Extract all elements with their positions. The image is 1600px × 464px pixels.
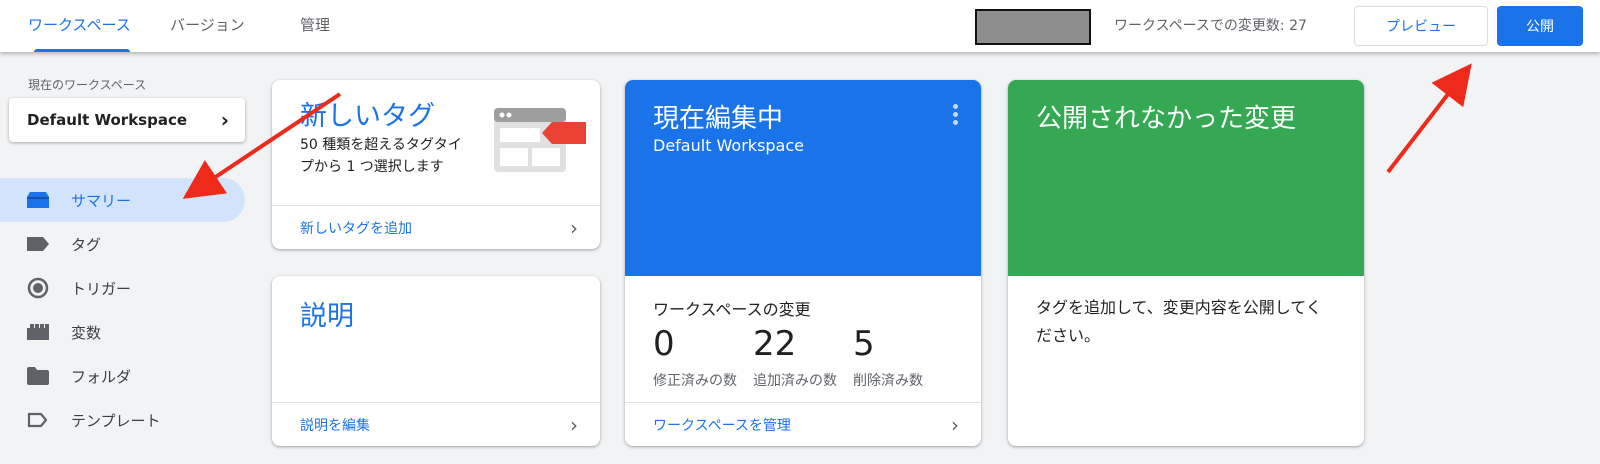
stat-modified: 0 修正済みの数: [653, 324, 737, 390]
sidebar-item-label: 変数: [71, 323, 102, 342]
stat-value: 0: [653, 324, 675, 364]
unpublished-changes-title: 公開されなかった変更: [1036, 104, 1297, 134]
tab-versions[interactable]: バージョン: [170, 0, 245, 52]
workspace-caption: 現在のワークスペース: [28, 78, 147, 92]
more-vert-icon[interactable]: [953, 104, 959, 128]
template-icon: [27, 409, 49, 431]
top-bar: ワークスペース バージョン 管理 ワークスペースでの変更数: 27 プレビュー …: [0, 0, 1600, 52]
sidebar-item-templates[interactable]: テンプレート: [0, 398, 245, 442]
summary-icon: [27, 189, 49, 211]
edit-description-label: 説明を編集: [300, 417, 370, 434]
manage-workspaces-label: ワークスペースを管理: [653, 417, 791, 434]
manage-workspaces-link[interactable]: ワークスペースを管理 ›: [625, 402, 981, 446]
current-workspace-name: Default Workspace: [653, 136, 804, 155]
publish-button[interactable]: 公開: [1497, 6, 1583, 46]
sidebar-item-label: トリガー: [71, 279, 132, 298]
add-new-tag-link[interactable]: 新しいタグを追加 ›: [272, 205, 600, 249]
annotation-arrow-publish: [1386, 63, 1472, 174]
sidebar-item-label: テンプレート: [71, 411, 161, 430]
new-tag-card[interactable]: 新しいタグ 50 種類を超えるタグタイプから 1 つ選択します 新しいタグを追加…: [272, 80, 600, 249]
stat-label: 削除済み数: [853, 373, 923, 389]
stat-value: 5: [853, 324, 875, 364]
sidebar-item-label: タグ: [71, 235, 102, 254]
tab-versions-label: バージョン: [170, 16, 245, 34]
stat-deleted: 5 削除済み数: [853, 324, 923, 390]
description-title: 説明: [300, 301, 354, 332]
redacted-account-box: [975, 9, 1091, 45]
sidebar-item-folders[interactable]: フォルダ: [0, 354, 245, 398]
current-workspace-header: 現在編集中 Default Workspace: [625, 80, 981, 276]
tag-illustration-icon: [494, 108, 586, 178]
chevron-right-icon: ›: [570, 412, 578, 437]
unpublished-changes-header: 公開されなかった変更: [1008, 80, 1364, 276]
folder-icon: [27, 365, 49, 387]
add-new-tag-label: 新しいタグを追加: [300, 220, 412, 237]
tag-icon: [27, 233, 49, 255]
sidebar-item-triggers[interactable]: トリガー: [0, 266, 245, 310]
workspace-changes-title: ワークスペースの変更: [653, 300, 811, 319]
trigger-icon: [27, 277, 49, 299]
new-tag-description: 50 種類を超えるタグタイプから 1 つ選択します: [300, 137, 462, 175]
sidebar-item-label: フォルダ: [71, 367, 132, 386]
workspace-selector[interactable]: Default Workspace ›: [9, 98, 245, 142]
tab-admin-label: 管理: [300, 16, 331, 34]
unpublished-changes-body: タグを追加して、変更内容を公開してください。: [1036, 298, 1322, 345]
description-card: 説明 説明を編集 ›: [272, 276, 600, 446]
chevron-right-icon: ›: [570, 215, 578, 240]
edit-description-link[interactable]: 説明を編集 ›: [272, 402, 600, 446]
sidebar-item-label: サマリー: [71, 191, 132, 210]
sidebar-item-variables[interactable]: 変数: [0, 310, 245, 354]
tab-workspace[interactable]: ワークスペース: [28, 0, 136, 52]
current-workspace-title: 現在編集中: [653, 104, 784, 134]
sidebar-item-summary[interactable]: サマリー: [0, 178, 245, 222]
new-tag-title[interactable]: 新しいタグ: [300, 94, 435, 133]
preview-button[interactable]: プレビュー: [1354, 6, 1488, 46]
current-workspace-card: 現在編集中 Default Workspace ワークスペースの変更 0 修正済…: [625, 80, 981, 446]
stat-value: 22: [753, 324, 797, 364]
unpublished-changes-card: 公開されなかった変更 タグを追加して、変更内容を公開してください。: [1008, 80, 1364, 446]
workspace-name: Default Workspace: [27, 111, 188, 129]
sidebar-item-tags[interactable]: タグ: [0, 222, 245, 266]
variable-icon: [27, 321, 49, 343]
stat-added: 22 追加済みの数: [753, 324, 837, 390]
chevron-right-icon: ›: [220, 108, 229, 132]
workspace-change-count: ワークスペースでの変更数: 27: [1114, 18, 1307, 34]
chevron-right-icon: ›: [951, 412, 959, 437]
stat-label: 追加済みの数: [753, 373, 837, 389]
tab-admin[interactable]: 管理: [300, 0, 330, 52]
tab-workspace-label: ワークスペース: [28, 16, 131, 34]
stat-label: 修正済みの数: [653, 373, 737, 389]
